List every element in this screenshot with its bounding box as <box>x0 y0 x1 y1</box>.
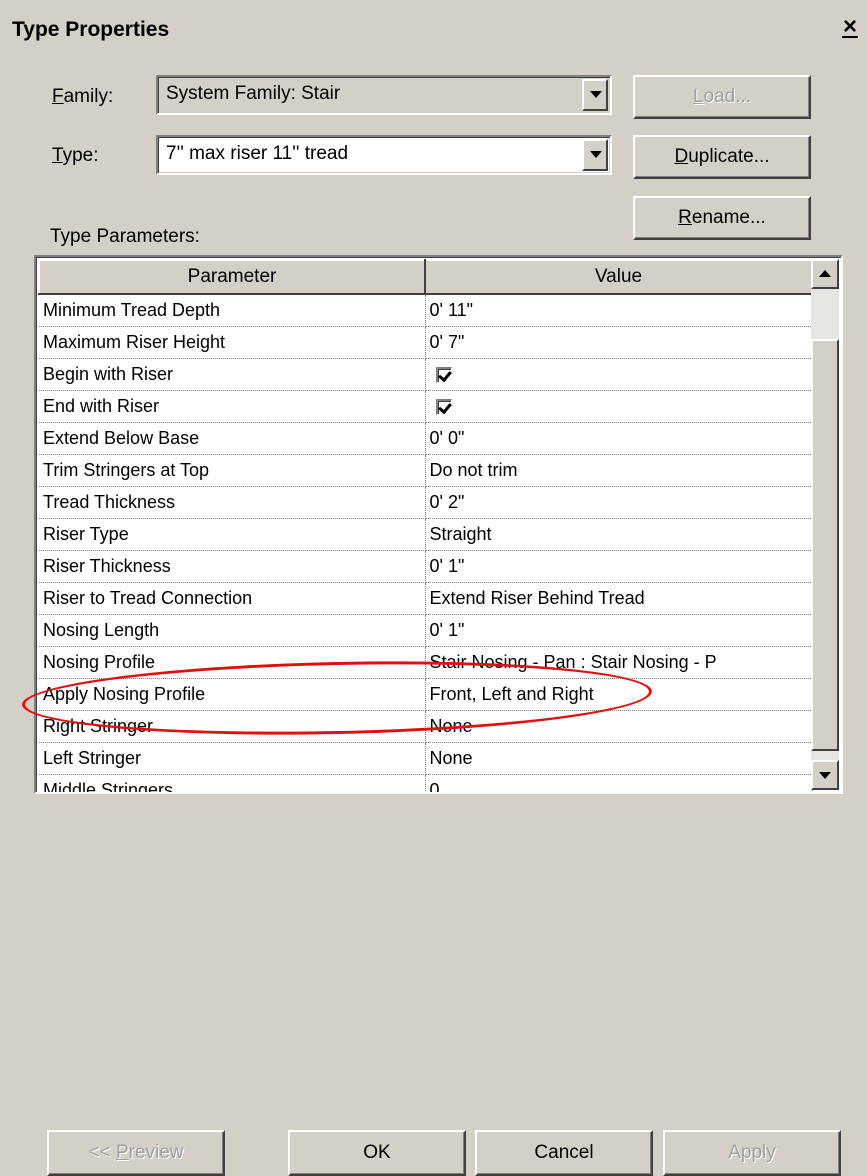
parameter-name: Apply Nosing Profile <box>39 678 426 711</box>
close-button[interactable]: × <box>838 14 862 40</box>
load-button[interactable]: Load... <box>633 75 811 119</box>
rename-label: ename... <box>691 207 766 228</box>
parameter-value[interactable]: 0' 7" <box>425 326 813 359</box>
parameter-value[interactable]: Front, Left and Right <box>425 678 813 711</box>
chevron-down-icon[interactable] <box>582 139 608 171</box>
parameter-name: Trim Stringers at Top <box>39 454 426 487</box>
parameter-name: End with Riser <box>39 390 426 423</box>
family-label-rest: amily: <box>63 86 114 107</box>
rename-mnemonic: R <box>678 207 692 228</box>
column-header-parameter[interactable]: Parameter <box>38 259 426 295</box>
parameters-body: Minimum Tread Depth 0' 11" Maximum Riser H… <box>39 294 813 792</box>
family-combo: System Family: Stair <box>156 75 612 115</box>
table-row[interactable]: End with Riser <box>39 390 813 423</box>
parameter-value[interactable]: 0' 11" <box>425 294 813 327</box>
parameter-value[interactable]: Extend Riser Behind Tread <box>425 582 813 615</box>
table-row[interactable]: Left Stringer None <box>39 742 813 775</box>
parameter-name: Riser Type <box>39 518 426 551</box>
parameter-value[interactable]: Do not trim <box>425 454 813 487</box>
parameter-name: Tread Thickness <box>39 486 426 519</box>
parameters-table: Parameter Value Minimum Tread Depth 0' 11… <box>38 259 813 792</box>
parameter-value[interactable]: Straight <box>425 518 813 551</box>
type-parameters-label: Type Parameters: <box>50 226 200 247</box>
parameter-value[interactable]: 0' 1" <box>425 614 813 647</box>
parameter-value[interactable]: 0' 0" <box>425 422 813 455</box>
parameter-name: Middle Stringers <box>39 774 426 792</box>
chevron-down-icon <box>582 79 608 111</box>
type-label: Type: <box>52 145 98 167</box>
table-row[interactable]: Right Stringer None <box>39 710 813 743</box>
type-label-mnemonic: T <box>52 145 63 166</box>
table-row[interactable]: Begin with Riser <box>39 358 813 391</box>
table-row[interactable]: Maximum Riser Height 0' 7" <box>39 326 813 359</box>
duplicate-mnemonic: D <box>674 146 689 167</box>
parameter-name: Extend Below Base <box>39 422 426 455</box>
ok-button[interactable]: OK <box>288 1130 466 1176</box>
table-row[interactable]: Nosing Profile Stair Nosing - Pan : Stair… <box>39 646 813 679</box>
load-mnemonic: L <box>692 86 704 107</box>
family-label-mnemonic: F <box>52 86 64 107</box>
dialog-title: Type Properties <box>12 18 170 41</box>
preview-mnemonic: P <box>115 1142 129 1163</box>
parameter-name: Left Stringer <box>39 742 426 775</box>
cancel-button[interactable]: Cancel <box>475 1130 653 1176</box>
apply-button[interactable]: Apply <box>663 1130 841 1176</box>
load-label: oad... <box>703 86 752 107</box>
type-combo[interactable]: 7'' max riser 11'' tread <box>156 135 612 175</box>
table-row[interactable]: Apply Nosing Profile Front, Left and Righ… <box>39 678 813 711</box>
parameter-name: Begin with Riser <box>39 358 426 391</box>
checkbox-checked[interactable] <box>435 367 452 384</box>
type-parameters-grid[interactable]: Parameter Value Minimum Tread Depth 0' 11… <box>34 255 843 794</box>
family-label: Family: <box>52 86 113 108</box>
parameter-value[interactable]: 0 <box>425 774 813 792</box>
table-row[interactable]: Riser Type Straight <box>39 518 813 551</box>
scrollbar-thumb[interactable] <box>811 339 839 751</box>
scroll-down-icon[interactable] <box>811 760 839 790</box>
parameter-value[interactable]: 0' 1" <box>425 550 813 583</box>
table-row[interactable]: Extend Below Base 0' 0" <box>39 422 813 455</box>
preview-button[interactable]: << Preview <box>47 1130 225 1176</box>
parameter-name: Right Stringer <box>39 710 426 743</box>
parameter-name: Nosing Profile <box>39 646 426 679</box>
header-row: Parameter Value <box>38 259 813 295</box>
parameter-value[interactable]: Stair Nosing - Pan : Stair Nosing - P <box>425 646 813 679</box>
parameter-name: Riser to Tread Connection <box>39 582 426 615</box>
family-combo-value: System Family: Stair <box>166 83 341 104</box>
preview-prefix: << <box>88 1142 116 1163</box>
preview-label: review <box>128 1142 184 1163</box>
parameter-name: Maximum Riser Height <box>39 326 426 359</box>
table-row[interactable]: Riser Thickness 0' 1" <box>39 550 813 583</box>
parameter-name: Riser Thickness <box>39 550 426 583</box>
scroll-up-icon[interactable] <box>811 259 839 289</box>
table-row[interactable]: Nosing Length 0' 1" <box>39 614 813 647</box>
rename-button[interactable]: Rename... <box>633 196 811 240</box>
type-combo-value: 7'' max riser 11'' tread <box>166 143 349 164</box>
vertical-scrollbar[interactable] <box>811 259 839 790</box>
column-header-value[interactable]: Value <box>424 259 813 295</box>
checkbox-checked[interactable] <box>435 399 452 416</box>
parameter-value[interactable] <box>425 358 813 391</box>
table-row[interactable]: Riser to Tread Connection Extend Riser Be… <box>39 582 813 615</box>
type-label-rest: ype: <box>62 145 99 166</box>
table-row[interactable]: Tread Thickness 0' 2" <box>39 486 813 519</box>
parameter-value[interactable]: 0' 2" <box>425 486 813 519</box>
parameter-value[interactable]: None <box>425 710 813 743</box>
duplicate-label: uplicate... <box>688 146 770 167</box>
parameter-name: Minimum Tread Depth <box>39 294 426 327</box>
table-row[interactable]: Trim Stringers at Top Do not trim <box>39 454 813 487</box>
parameter-name: Nosing Length <box>39 614 426 647</box>
table-row[interactable]: Middle Stringers 0 <box>39 774 813 792</box>
parameter-value[interactable] <box>425 390 813 423</box>
parameter-value[interactable]: None <box>425 742 813 775</box>
duplicate-button[interactable]: Duplicate... <box>633 135 811 179</box>
table-row[interactable]: Minimum Tread Depth 0' 11" <box>39 294 813 327</box>
